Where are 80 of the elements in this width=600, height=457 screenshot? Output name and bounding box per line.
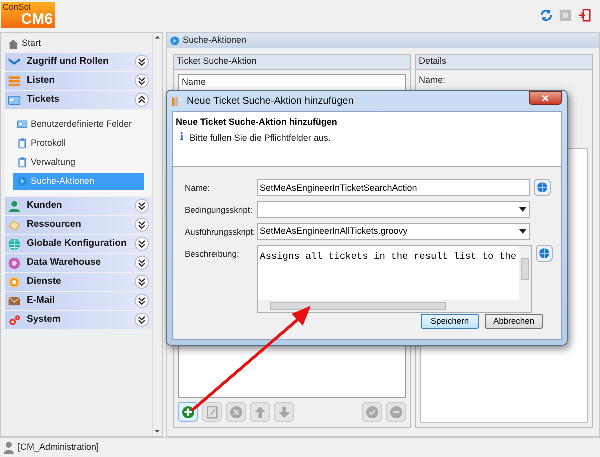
globe-icon <box>537 182 548 193</box>
globe-icon <box>538 248 550 259</box>
expand-icon[interactable] <box>135 275 149 289</box>
sidebar-item[interactable]: Benutzerdefinierte Felder <box>13 116 144 133</box>
expand-icon[interactable] <box>135 294 149 308</box>
home-icon <box>8 38 19 50</box>
cancel-button[interactable]: Abbrechen <box>485 314 543 329</box>
play-icon <box>17 176 28 187</box>
gear-icon <box>8 276 21 288</box>
user-icon <box>4 442 14 454</box>
sidebar-item[interactable]: Verwaltung <box>13 154 144 171</box>
dialog-hint: Bitte füllen Sie die Pflichtfelder aus. <box>190 132 331 144</box>
list-icon <box>8 74 21 88</box>
field-label: Ausführungsskript: <box>185 226 255 239</box>
expand-icon[interactable] <box>135 218 149 232</box>
check-icon <box>366 406 378 418</box>
save-button[interactable]: Speichern <box>421 314 479 329</box>
panel-title: Details <box>416 55 592 70</box>
dropdown-caret-icon <box>519 229 527 234</box>
translate-button[interactable] <box>536 245 553 262</box>
card-icon <box>17 119 28 130</box>
expand-icon[interactable] <box>135 199 149 213</box>
close-button[interactable] <box>529 91 562 105</box>
envelope-icon <box>8 294 21 308</box>
info-icon: i <box>180 133 184 144</box>
name-field[interactable]: SetMeAsEngineerInTicketSearchAction <box>257 179 530 196</box>
field-label: Bedingungsskript: <box>185 204 254 217</box>
add-button[interactable] <box>178 402 198 422</box>
detail-label: Name: <box>418 74 447 87</box>
status-user: [CM_Administration] <box>18 440 100 454</box>
down-arrow-icon <box>278 406 290 418</box>
plus-icon <box>182 406 194 418</box>
expand-icon[interactable] <box>135 237 149 251</box>
section-header[interactable]: Zugriff und Rollen <box>5 53 152 71</box>
section-header[interactable]: System <box>5 311 152 329</box>
field-label: Name: <box>185 182 212 195</box>
translate-button[interactable] <box>534 179 551 196</box>
clipboard-icon <box>17 157 28 168</box>
refresh-icon[interactable] <box>540 9 553 22</box>
section-header[interactable]: Listen <box>5 72 152 90</box>
resource-icon <box>8 218 21 232</box>
gears-icon <box>8 314 21 326</box>
dialog-title: Neue Ticket Suche-Aktion hinzufügen <box>187 94 355 108</box>
warehouse-icon <box>8 256 21 270</box>
edit-icon <box>206 406 218 418</box>
page-title: Suche-Aktionen <box>183 34 247 47</box>
field-label: Beschreibung: <box>185 248 240 261</box>
expand-icon[interactable] <box>135 313 149 327</box>
dialog-heading: Neue Ticket Suche-Aktion hinzufügen <box>176 116 338 129</box>
script-dropdown[interactable]: SetMeAsEngineerInAllTickets.groovy <box>257 223 530 240</box>
play-icon <box>170 36 180 46</box>
dropdown-caret-icon <box>519 207 527 212</box>
person-icon <box>8 200 21 212</box>
collapse-icon[interactable] <box>135 93 149 107</box>
delete-icon <box>230 406 242 418</box>
minus-icon <box>390 406 402 418</box>
section-header[interactable]: Dienste <box>5 273 152 291</box>
card-icon <box>8 94 21 106</box>
section-header[interactable]: Globale Konfiguration <box>5 235 152 253</box>
expand-icon[interactable] <box>135 74 149 88</box>
app-icon <box>172 96 183 106</box>
scroll-down-icon[interactable] <box>155 430 160 433</box>
expand-icon[interactable] <box>135 55 149 69</box>
section-header[interactable]: Data Warehouse <box>5 254 152 272</box>
globe-icon <box>8 238 21 250</box>
section-header[interactable]: Tickets <box>5 91 152 109</box>
panel-title: Ticket Suche-Aktion <box>174 55 410 70</box>
up-arrow-icon <box>254 406 266 418</box>
section-header[interactable]: Ressourcen <box>5 216 152 234</box>
exit-icon[interactable] <box>578 9 591 22</box>
description-field[interactable]: Assigns all tickets in the result list to the <box>257 245 532 313</box>
logo: ConSol CM6 <box>1 2 55 28</box>
sidebar-item[interactable]: Protokoll <box>13 135 144 152</box>
start-link[interactable]: Start <box>22 37 42 51</box>
scroll-up-icon[interactable] <box>155 36 160 39</box>
close-icon <box>542 94 549 102</box>
clipboard-icon <box>17 138 28 149</box>
section-header[interactable]: Kunden <box>5 197 152 215</box>
section-header[interactable]: E-Mail <box>5 292 152 310</box>
expand-icon[interactable] <box>135 256 149 270</box>
